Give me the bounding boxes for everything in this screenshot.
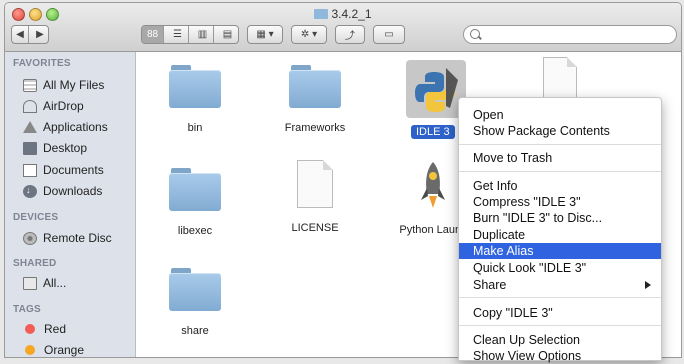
back-button[interactable]: ◀ xyxy=(12,26,29,43)
sidebar-item-documents[interactable]: Documents xyxy=(23,161,104,179)
tags-heading: TAGS xyxy=(13,304,41,315)
menu-separator xyxy=(459,171,661,172)
sidebar-item-tag-red[interactable]: Red xyxy=(23,320,66,338)
sidebar: FAVORITES All My Files AirDrop Applicati… xyxy=(5,52,136,357)
file-item-share[interactable]: share xyxy=(151,268,239,337)
sidebar-item-label: Applications xyxy=(43,120,108,134)
applications-icon xyxy=(23,121,37,133)
file-label: libexec xyxy=(177,225,213,237)
list-view-button[interactable]: ☰ xyxy=(167,26,189,43)
shared-heading: SHARED xyxy=(13,258,57,269)
search-icon xyxy=(470,29,480,39)
share-button[interactable]: ⤴ xyxy=(335,25,365,44)
sidebar-item-label: Remote Disc xyxy=(43,231,112,245)
action-button[interactable]: ✲ ▾ xyxy=(291,25,327,44)
file-item-libexec[interactable]: libexec xyxy=(151,168,239,237)
window-title: 3.4.2_1 xyxy=(5,7,681,21)
idle-app-icon xyxy=(415,68,458,112)
menu-item-open[interactable]: Open xyxy=(459,107,661,123)
back-forward-control[interactable]: ◀ ▶ xyxy=(11,25,49,44)
sidebar-item-label: Orange xyxy=(44,343,85,357)
edit-tags-button[interactable]: ▭ xyxy=(373,25,405,44)
file-label: share xyxy=(181,325,209,337)
sidebar-item-label: Desktop xyxy=(43,141,88,155)
view-mode-control[interactable]: 88 ☰ ▥ ▤ xyxy=(141,25,239,44)
favorites-heading: FAVORITES xyxy=(13,58,71,69)
sidebar-item-airdrop[interactable]: AirDrop xyxy=(23,97,84,115)
context-menu: Open Show Package Contents Move to Trash… xyxy=(458,97,662,364)
file-label-idle-selected[interactable]: IDLE 3 xyxy=(411,125,455,139)
menu-separator xyxy=(459,144,661,145)
cover-flow-button[interactable]: ▤ xyxy=(217,26,238,43)
sidebar-item-label: Red xyxy=(44,322,67,336)
menu-item-move-to-trash[interactable]: Move to Trash xyxy=(459,150,661,166)
network-icon xyxy=(23,276,37,290)
menu-separator xyxy=(459,297,661,298)
sidebar-item-downloads[interactable]: Downloads xyxy=(23,182,102,200)
menu-item-compress[interactable]: Compress "IDLE 3" xyxy=(459,194,661,210)
forward-button[interactable]: ▶ xyxy=(32,26,48,43)
devices-heading: DEVICES xyxy=(13,212,59,223)
folder-icon xyxy=(169,65,221,109)
file-item-license[interactable]: LICENSE xyxy=(271,160,359,234)
share-label: Share xyxy=(473,278,507,292)
rocket-icon xyxy=(421,162,445,208)
menu-item-show-view-options[interactable]: Show View Options xyxy=(459,348,661,364)
all-my-files-icon xyxy=(23,78,37,92)
menu-item-clean-up-selection[interactable]: Clean Up Selection xyxy=(459,332,661,348)
menu-item-share[interactable]: Share xyxy=(459,277,661,293)
disc-icon xyxy=(23,231,37,245)
file-label: Frameworks xyxy=(284,122,346,134)
title-bar: 3.4.2_1 ◀ ▶ 88 ☰ ▥ ▤ ▦ ▾ ✲ ▾ ⤴ ▭ xyxy=(5,3,681,52)
menu-item-duplicate[interactable]: Duplicate xyxy=(459,227,661,243)
orange-tag-icon xyxy=(25,345,35,355)
folder-icon xyxy=(169,168,221,212)
window-title-text: 3.4.2_1 xyxy=(331,7,372,21)
sidebar-item-label: All... xyxy=(43,276,67,290)
desktop-icon xyxy=(23,141,37,155)
menu-item-burn[interactable]: Burn "IDLE 3" to Disc... xyxy=(459,210,661,226)
document-icon xyxy=(543,57,577,99)
file-item-bin[interactable]: bin xyxy=(151,65,239,134)
submenu-arrow-icon xyxy=(645,281,651,289)
menu-item-show-package-contents[interactable]: Show Package Contents xyxy=(459,123,661,139)
file-item-document[interactable] xyxy=(516,57,604,99)
sidebar-item-label: AirDrop xyxy=(43,99,84,113)
sidebar-item-label: All My Files xyxy=(43,78,105,92)
sidebar-item-desktop[interactable]: Desktop xyxy=(23,139,87,157)
icon-view-button[interactable]: 88 xyxy=(142,26,164,43)
menu-separator xyxy=(459,325,661,326)
red-tag-icon xyxy=(25,324,35,334)
downloads-icon xyxy=(23,184,37,198)
folder-icon xyxy=(169,268,221,312)
file-label: LICENSE xyxy=(291,222,339,234)
documents-icon xyxy=(23,163,37,177)
arrange-button[interactable]: ▦ ▾ xyxy=(247,25,283,44)
file-label: bin xyxy=(187,122,203,134)
folder-icon xyxy=(314,9,329,19)
menu-item-copy[interactable]: Copy "IDLE 3" xyxy=(459,305,661,321)
sidebar-item-applications[interactable]: Applications xyxy=(23,118,108,136)
file-item-idle-selected[interactable] xyxy=(406,60,466,118)
file-item-frameworks[interactable]: Frameworks xyxy=(271,65,359,134)
sidebar-item-label: Documents xyxy=(43,163,104,177)
airdrop-icon xyxy=(23,99,37,113)
folder-icon xyxy=(289,65,341,109)
menu-item-quick-look[interactable]: Quick Look "IDLE 3" xyxy=(459,260,661,276)
menu-item-make-alias[interactable]: Make Alias xyxy=(459,243,661,259)
sidebar-item-all-my-files[interactable]: All My Files xyxy=(23,76,104,94)
column-view-button[interactable]: ▥ xyxy=(192,26,214,43)
search-field[interactable] xyxy=(463,25,677,44)
sidebar-item-tag-orange[interactable]: Orange xyxy=(23,341,85,357)
menu-item-get-info[interactable]: Get Info xyxy=(459,178,661,194)
document-icon xyxy=(297,160,333,208)
sidebar-item-label: Downloads xyxy=(43,184,103,198)
sidebar-item-remote-disc[interactable]: Remote Disc xyxy=(23,229,112,247)
sidebar-item-shared-all[interactable]: All... xyxy=(23,274,66,292)
